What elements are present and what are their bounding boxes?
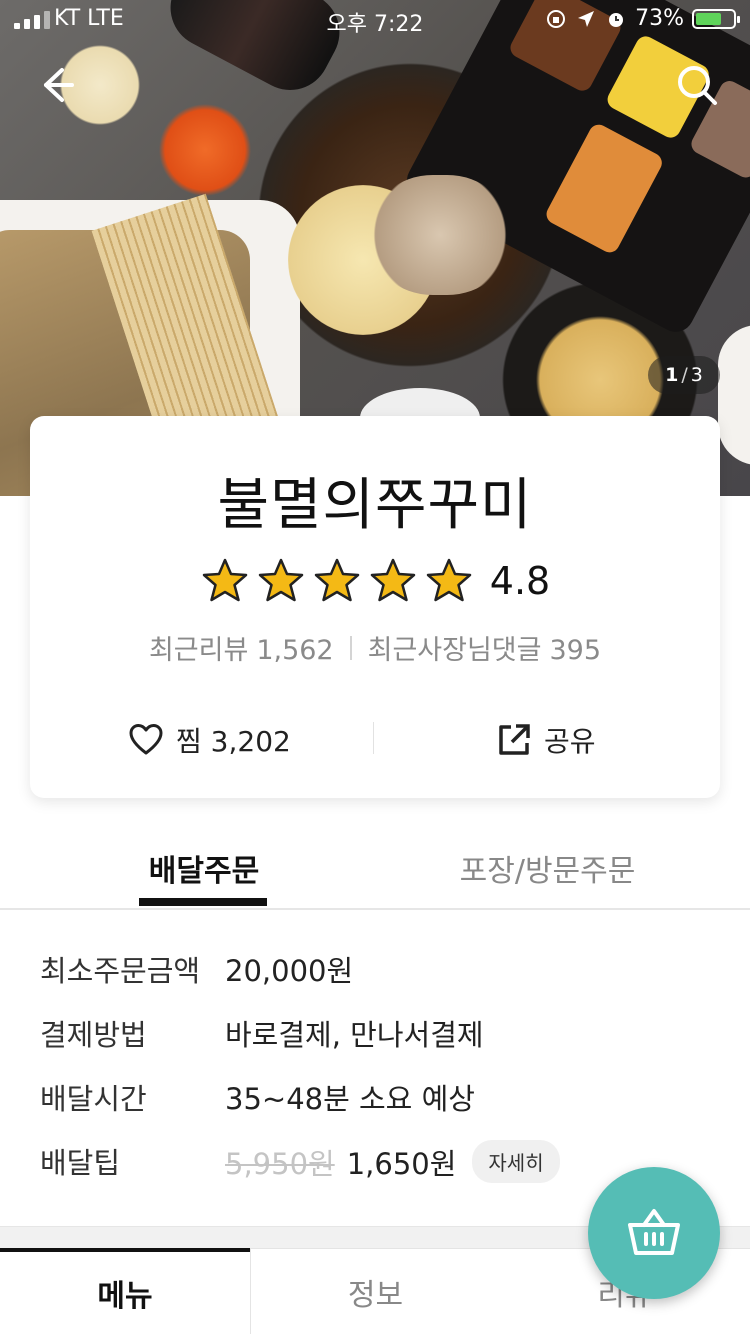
delivery-time-label: 배달시간: [40, 1082, 147, 1116]
cart-button[interactable]: [588, 1167, 720, 1299]
divider: [373, 722, 374, 754]
min-order-label: 최소주문금액: [40, 954, 201, 988]
divider: [349, 635, 352, 660]
share-label: 공유: [544, 725, 596, 758]
action-row: 찜 3,202 공유: [30, 716, 720, 764]
search-button[interactable]: [670, 58, 724, 112]
rating-row: 4.8: [30, 556, 720, 606]
alarm-icon: [609, 12, 624, 27]
delivery-tip-label: 배달팁: [40, 1146, 121, 1180]
tip-original-price: 5,950원: [225, 1146, 335, 1181]
like-button[interactable]: 찜 3,202: [128, 716, 291, 764]
shop-info-card: 불멸의쭈꾸미 4.8 최근리뷰 1,562 최근사장님댓글 395 찜 3,202 …: [30, 416, 720, 798]
meat-topping: [370, 175, 510, 295]
battery-percent: 73%: [635, 6, 684, 31]
info-row-min-order: 최소주문금액 20,000원: [40, 948, 720, 1012]
info-row-payment: 결제방법 바로결제, 만나서결제: [40, 1012, 720, 1076]
payment-label: 결제방법: [40, 1018, 147, 1052]
search-icon: [678, 66, 717, 105]
cart-icon: [628, 1209, 680, 1255]
tab-delivery-order[interactable]: 배달주문: [140, 846, 268, 890]
min-order-value: 20,000원: [225, 954, 354, 988]
tip-detail-button[interactable]: 자세히: [472, 1140, 560, 1183]
owner-replies-count: 395: [549, 635, 602, 666]
heart-icon: [129, 724, 163, 755]
tab-pickup-order[interactable]: 포장/방문주문: [450, 846, 645, 890]
counter-total: 3: [690, 364, 703, 386]
rating-value: 4.8: [489, 559, 551, 603]
share-button[interactable]: 공유: [496, 716, 596, 764]
tip-price: 1,650원: [346, 1146, 457, 1181]
share-icon: [499, 724, 530, 755]
plate-edge: [718, 325, 750, 465]
star-icon: [370, 558, 416, 602]
back-arrow-icon: [44, 68, 74, 102]
counter-current: 1: [665, 364, 679, 386]
recent-reviews-count: 1,562: [256, 635, 334, 666]
like-label: 찜 3,202: [176, 725, 291, 758]
shop-name: 불멸의쭈꾸미: [217, 473, 533, 538]
location-icon: [578, 10, 595, 27]
review-stats: 최근리뷰 1,562 최근사장님댓글 395: [30, 628, 720, 667]
owner-replies-label: 최근사장님댓글: [367, 635, 542, 666]
tab-menu[interactable]: 메뉴: [0, 1248, 250, 1334]
delivery-time-value: 35~48분 소요 예상: [225, 1082, 475, 1116]
lock-rotation-icon: [547, 9, 566, 28]
battery-icon: [692, 8, 740, 29]
payment-value: 바로결제, 만나서결제: [225, 1018, 484, 1052]
back-button[interactable]: [28, 58, 82, 112]
star-icon: [314, 558, 360, 602]
info-row-delivery-time: 배달시간 35~48분 소요 예상: [40, 1076, 720, 1140]
star-icon: [258, 558, 304, 602]
active-tab-indicator: [139, 898, 267, 906]
status-bar: KT LTE 오후 7:22 73%: [0, 0, 750, 40]
delivery-info: 최소주문금액 20,000원 결제방법 바로결제, 만나서결제 배달시간 35~…: [40, 948, 720, 1204]
recent-reviews[interactable]: 최근리뷰 1,562: [149, 628, 334, 667]
star-icon: [426, 558, 472, 602]
image-counter: 1 / 3: [648, 356, 720, 394]
recent-reviews-label: 최근리뷰: [148, 635, 249, 666]
tab-info[interactable]: 정보: [250, 1248, 500, 1334]
star-icon: [202, 558, 248, 602]
owner-replies[interactable]: 최근사장님댓글 395: [368, 628, 601, 667]
order-type-tabs: 배달주문 포장/방문주문: [0, 830, 750, 910]
